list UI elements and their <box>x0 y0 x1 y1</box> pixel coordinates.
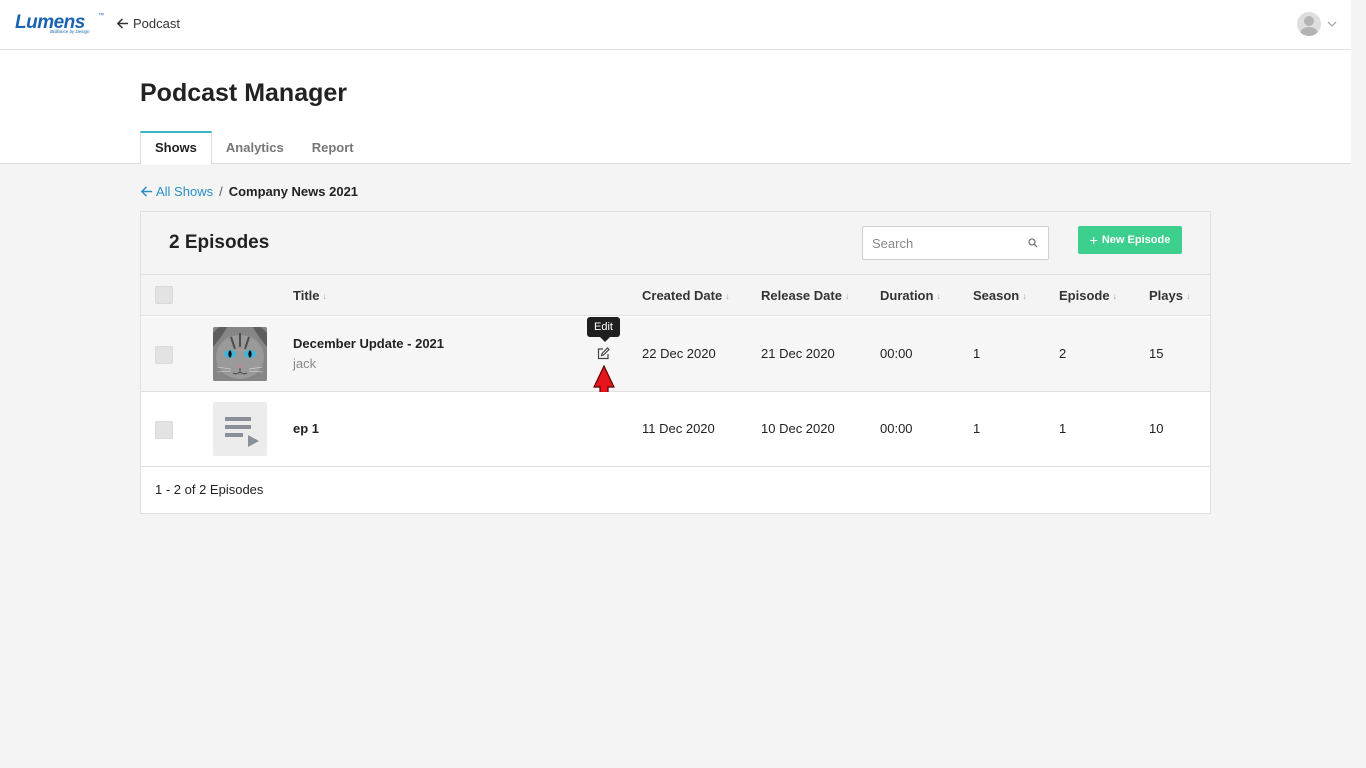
table-row[interactable]: ep 1 11 Dec 2020 10 Dec 2020 00:00 1 1 1… <box>141 392 1210 467</box>
lumens-logo[interactable]: Lumens ™ Brilliance by Design <box>15 12 104 38</box>
arrow-left-icon <box>116 18 129 29</box>
episode-number: 1 <box>1059 421 1067 436</box>
tab-bar: Shows Analytics Report <box>140 131 368 165</box>
sort-icon: ↓ <box>844 290 850 301</box>
column-title-label: Title <box>293 288 320 303</box>
chevron-down-icon <box>1327 21 1337 27</box>
created-date: 22 Dec 2020 <box>642 346 716 361</box>
avatar <box>1297 12 1321 36</box>
table-header: Title ↓ Created Date ↓ Release Date ↓ Durat… <box>141 275 1210 316</box>
tab-report[interactable]: Report <box>298 131 368 164</box>
edit-icon[interactable] <box>597 347 610 360</box>
all-shows-label: All Shows <box>156 184 214 199</box>
table-row[interactable]: December Update - 2021 jack Edit 22 Dec … <box>141 317 1210 411</box>
sort-icon: ↓ <box>322 290 328 301</box>
column-created-label: Created Date <box>642 288 723 303</box>
pagination-summary: 1 - 2 of 2 Episodes <box>155 482 264 497</box>
plays: 15 <box>1149 346 1164 361</box>
arrow-left-icon <box>140 186 153 197</box>
sort-icon: ↓ <box>725 290 730 301</box>
back-label: Podcast <box>133 16 180 31</box>
plays: 10 <box>1149 421 1164 436</box>
episode-thumbnail-cat[interactable] <box>213 327 267 381</box>
edit-tooltip: Edit <box>587 317 620 342</box>
episode-thumbnail-placeholder[interactable] <box>213 402 267 456</box>
logo-tagline: Brilliance by Design <box>50 29 90 34</box>
column-duration[interactable]: Duration ↓ <box>880 288 941 303</box>
duration: 00:00 <box>880 346 913 361</box>
search-input[interactable] <box>863 227 1013 259</box>
column-season-label: Season <box>973 288 1020 303</box>
tab-shows[interactable]: Shows <box>140 131 212 165</box>
column-season[interactable]: Season ↓ <box>973 288 1027 303</box>
search-icon[interactable] <box>1028 238 1038 248</box>
column-episode[interactable]: Episode ↓ <box>1059 288 1117 303</box>
release-date: 10 Dec 2020 <box>761 421 835 436</box>
sort-icon: ↓ <box>936 290 941 301</box>
logo-trademark: ™ <box>98 13 104 19</box>
column-title[interactable]: Title ↓ <box>293 288 327 303</box>
back-to-podcast-link[interactable]: Podcast <box>116 16 180 31</box>
breadcrumb: All Shows / Company News 2021 <box>140 184 358 199</box>
all-shows-link[interactable]: All Shows <box>140 184 213 199</box>
episode-author: jack <box>293 356 317 371</box>
column-duration-label: Duration <box>880 288 934 303</box>
tab-analytics[interactable]: Analytics <box>212 131 298 164</box>
row-checkbox[interactable] <box>155 346 173 364</box>
row-checkbox[interactable] <box>155 421 173 439</box>
episode-title[interactable]: ep 1 <box>293 421 319 436</box>
episode-title[interactable]: December Update - 2021 <box>293 336 444 351</box>
column-plays-label: Plays <box>1149 288 1183 303</box>
created-date: 11 Dec 2020 <box>642 421 715 436</box>
episodes-panel: 2 Episodes + New Episode Title↓ Created … <box>140 211 1211 514</box>
column-plays[interactable]: Plays ↓ <box>1149 288 1190 303</box>
page-title: Podcast Manager <box>140 79 348 107</box>
new-episode-label: New Episode <box>1101 234 1171 246</box>
sort-icon: ↓ <box>1185 290 1191 301</box>
sort-icon: ↓ <box>1022 290 1027 301</box>
column-release-date[interactable]: Release Date ↓ <box>761 288 849 303</box>
column-created-date[interactable]: Created Date ↓ <box>642 288 730 303</box>
top-bar: Lumens ™ Brilliance by Design Podcast <box>0 0 1351 50</box>
column-episode-label: Episode <box>1059 288 1110 303</box>
duration: 00:00 <box>880 421 913 436</box>
episode-number: 2 <box>1059 346 1067 361</box>
breadcrumb-current: Company News 2021 <box>228 184 359 199</box>
sort-icon: ↓ <box>1112 290 1118 301</box>
new-episode-button[interactable]: + New Episode <box>1078 226 1182 254</box>
column-release-label: Release Date <box>761 288 842 303</box>
playlist-placeholder-icon <box>225 417 259 447</box>
breadcrumb-separator: / <box>219 184 223 199</box>
season: 1 <box>973 346 981 361</box>
search-box <box>862 226 1049 260</box>
plus-icon: + <box>1089 232 1098 248</box>
page-header: Podcast Manager Shows Analytics Report <box>0 50 1351 165</box>
season: 1 <box>973 421 981 436</box>
episode-count: 2 Episodes <box>169 232 270 253</box>
select-all-checkbox[interactable] <box>155 286 173 304</box>
cat-photo-image <box>213 327 267 381</box>
user-menu[interactable] <box>1297 12 1337 36</box>
panel-header: 2 Episodes + New Episode <box>141 212 1210 275</box>
release-date: 21 Dec 2020 <box>761 346 835 361</box>
